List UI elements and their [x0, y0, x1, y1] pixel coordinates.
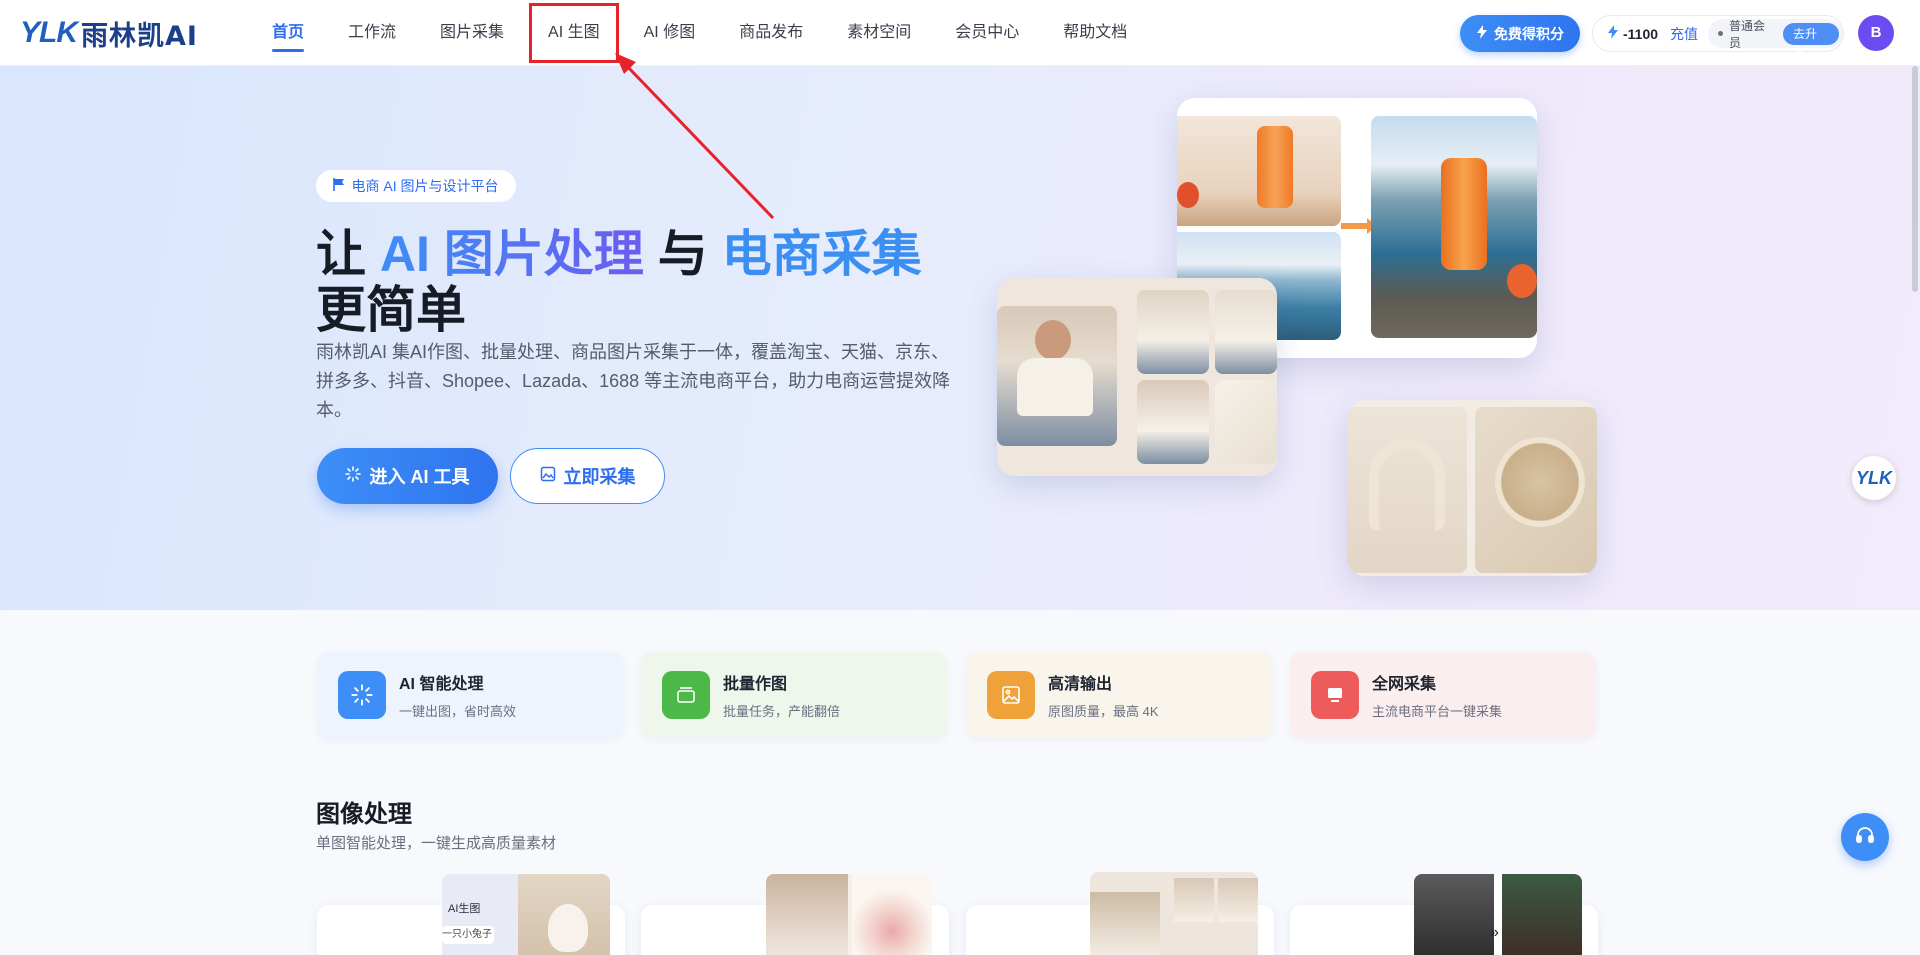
- collect-now-label: 立即采集: [563, 467, 636, 487]
- feature-batch: 批量作图 批量任务，产能翻倍: [641, 652, 947, 738]
- dot-icon: [1718, 31, 1724, 36]
- tshirt-flatlay-image: [1215, 380, 1277, 464]
- ai-generate-preview-label: AI生图: [448, 903, 481, 915]
- layers-icon: [662, 671, 710, 719]
- free-points-button[interactable]: 免费得积分: [1460, 15, 1580, 52]
- top-header: YLK 雨林凯AI 首页 工作流 图片采集 AI 生图 AI 修图 商品发布 素…: [0, 0, 1920, 66]
- collect-now-button[interactable]: 立即采集: [510, 448, 665, 504]
- hero-tag: 电商 AI 图片与设计平台: [316, 170, 516, 202]
- nav-item-ai-retouch[interactable]: AI 修图: [622, 0, 718, 66]
- ai-generate-preview-image: AI生图 一只小兔子: [442, 874, 610, 955]
- headset-icon: [1854, 824, 1876, 851]
- feature-subtitle: 原图质量，最高 4K: [1048, 704, 1159, 719]
- feature-hd-output: 高清输出 原图质量，最高 4K: [966, 652, 1272, 738]
- nav-item-asset-space[interactable]: 素材空间: [825, 0, 933, 66]
- headphones-image: [1347, 407, 1467, 573]
- photo-restore-preview-image: »: [1414, 874, 1582, 955]
- avatar[interactable]: B: [1858, 15, 1894, 51]
- enter-ai-tools-label: 进入 AI 工具: [369, 467, 470, 487]
- tshirt-variants-preview-image: [1090, 872, 1258, 955]
- bottle-lake-result-image: [1371, 116, 1537, 338]
- hero-tag-label: 电商 AI 图片与设计平台: [351, 178, 499, 194]
- hero-title-line2: 更简单: [316, 282, 466, 338]
- upgrade-button[interactable]: 去升级: [1783, 22, 1839, 63]
- feature-title: 全网采集: [1372, 676, 1437, 693]
- tshirt-model-image: [997, 306, 1117, 446]
- tshirt-variant-image: [1137, 380, 1209, 464]
- double-chevron-icon: »: [1490, 924, 1499, 941]
- nav-item-help-docs[interactable]: 帮助文档: [1041, 0, 1149, 66]
- headphones-showcase-image: [1347, 400, 1597, 576]
- brand-logo[interactable]: YLK 雨林凯AI: [20, 14, 198, 52]
- sparkle-icon: [345, 465, 362, 487]
- tshirt-variant-image: [1215, 290, 1277, 374]
- free-points-label: 免费得积分: [1494, 25, 1564, 42]
- nav-item-home[interactable]: 首页: [250, 0, 326, 66]
- feature-subtitle: 主流电商平台一键采集: [1372, 704, 1503, 719]
- lightning-icon: [1476, 25, 1488, 42]
- feature-title: 批量作图: [723, 676, 788, 693]
- image-icon: [540, 466, 556, 487]
- image-icon: [987, 671, 1035, 719]
- hero-title-highlight: 电商采集: [721, 226, 922, 282]
- tshirt-showcase-image: [997, 278, 1277, 476]
- lightning-icon: [1607, 25, 1619, 42]
- hero-description: 雨林凯AI 集AI作图、批量处理、商品图片采集于一体，覆盖淘宝、天猫、京东、拼多…: [316, 342, 951, 420]
- hero-title-highlight: AI 图片处理: [379, 226, 644, 282]
- member-level-pill: 普通会员 去升级: [1708, 18, 1843, 63]
- nav-item-member-center[interactable]: 会员中心: [933, 0, 1041, 66]
- recharge-link[interactable]: 充值: [1670, 24, 1698, 44]
- main-nav: 首页 工作流 图片采集 AI 生图 AI 修图 商品发布 素材空间 会员中心 帮…: [250, 0, 1149, 66]
- nav-item-image-collect[interactable]: 图片采集: [418, 0, 526, 66]
- tshirt-floral-preview-image: [766, 874, 932, 955]
- points-balance-box: -1100 充值 普通会员 去升级: [1592, 15, 1844, 63]
- nav-item-ai-generate[interactable]: AI 生图: [526, 0, 622, 66]
- feature-web-collect: 全网采集 主流电商平台一键采集: [1290, 652, 1596, 738]
- floating-logo-button[interactable]: YLK: [1852, 456, 1896, 500]
- hero-title: 让 AI 图片处理 与 电商采集 更简单: [316, 226, 956, 338]
- hero-title-part: 与: [643, 226, 722, 282]
- support-button[interactable]: [1841, 813, 1889, 861]
- enter-ai-tools-button[interactable]: 进入 AI 工具: [317, 448, 498, 504]
- monitor-icon: [1311, 671, 1359, 719]
- feature-subtitle: 一键出图，省时高效: [399, 704, 517, 719]
- bottle-image-small: [1177, 116, 1341, 226]
- hero-section: 电商 AI 图片与设计平台 让 AI 图片处理 与 电商采集 更简单 雨林凯AI…: [0, 66, 1920, 610]
- feature-title: 高清输出: [1048, 676, 1113, 693]
- hero-title-part: 让: [316, 226, 380, 282]
- tshirt-variant-image: [1137, 290, 1209, 374]
- points-value: -1100: [1623, 25, 1659, 42]
- nav-item-product-publish[interactable]: 商品发布: [717, 0, 825, 66]
- feature-subtitle: 批量任务，产能翻倍: [723, 704, 841, 719]
- ai-generate-preview-prompt: 一只小兔子: [442, 926, 494, 944]
- feature-title: AI 智能处理: [399, 676, 484, 693]
- section-subtitle: 单图智能处理，一键生成高质量素材: [316, 835, 557, 852]
- flag-icon: [333, 178, 345, 194]
- page-scrollbar[interactable]: [1912, 66, 1918, 292]
- logo-mark: YLK: [20, 16, 78, 49]
- member-level: 普通会员: [1729, 18, 1766, 50]
- headphones-closeup-image: [1475, 407, 1597, 573]
- sparkle-icon: [338, 671, 386, 719]
- logo-text: 雨林凯AI: [81, 20, 198, 52]
- section-title: 图像处理: [316, 801, 412, 828]
- nav-item-workflow[interactable]: 工作流: [326, 0, 418, 66]
- feature-ai-processing: AI 智能处理 一键出图，省时高效: [317, 652, 623, 738]
